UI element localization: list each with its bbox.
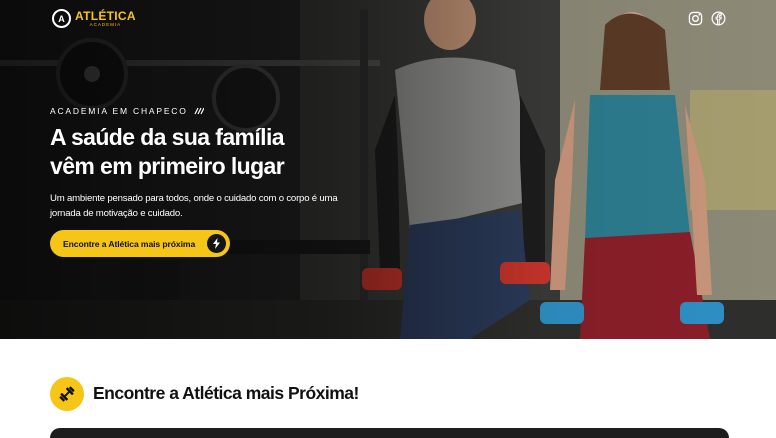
hero-eyebrow: ACADEMIA EM CHAPECO	[50, 106, 204, 116]
section-title: Encontre a Atlética mais Próxima!	[93, 383, 359, 403]
brand-logo[interactable]: A ATLÉTICA ACADEMIA	[52, 9, 136, 28]
hero-headline-line-1: A saúde da sua família	[50, 124, 285, 150]
logo-subtitle: ACADEMIA	[89, 21, 122, 27]
facebook-icon[interactable]	[711, 11, 726, 26]
hero-banner: A ATLÉTICA ACADEMIA ACADEMIA EM CHAPECO	[0, 0, 776, 339]
hero-headline-line-2: vêm em primeiro lugar	[50, 153, 285, 179]
hero-eyebrow-text: ACADEMIA EM CHAPECO	[50, 106, 188, 116]
find-nearest-button[interactable]: Encontre a Atlética mais próxima	[50, 230, 230, 257]
logo-name: ATLÉTICA	[75, 8, 136, 23]
lightning-icon	[207, 234, 226, 253]
logo-mark-icon: A	[52, 9, 71, 28]
locations-panel	[50, 428, 729, 438]
find-nearest-button-label: Encontre a Atlética mais próxima	[63, 238, 196, 249]
hero-headline: A saúde da sua família vêm em primeiro l…	[50, 123, 370, 181]
instagram-icon[interactable]	[688, 11, 703, 26]
stripes-icon	[194, 107, 204, 115]
social-links	[688, 11, 726, 26]
logo-text: ATLÉTICA ACADEMIA	[75, 10, 136, 28]
dumbbell-icon	[50, 377, 84, 411]
hero-subtext: Um ambiente pensado para todos, onde o c…	[50, 193, 338, 219]
